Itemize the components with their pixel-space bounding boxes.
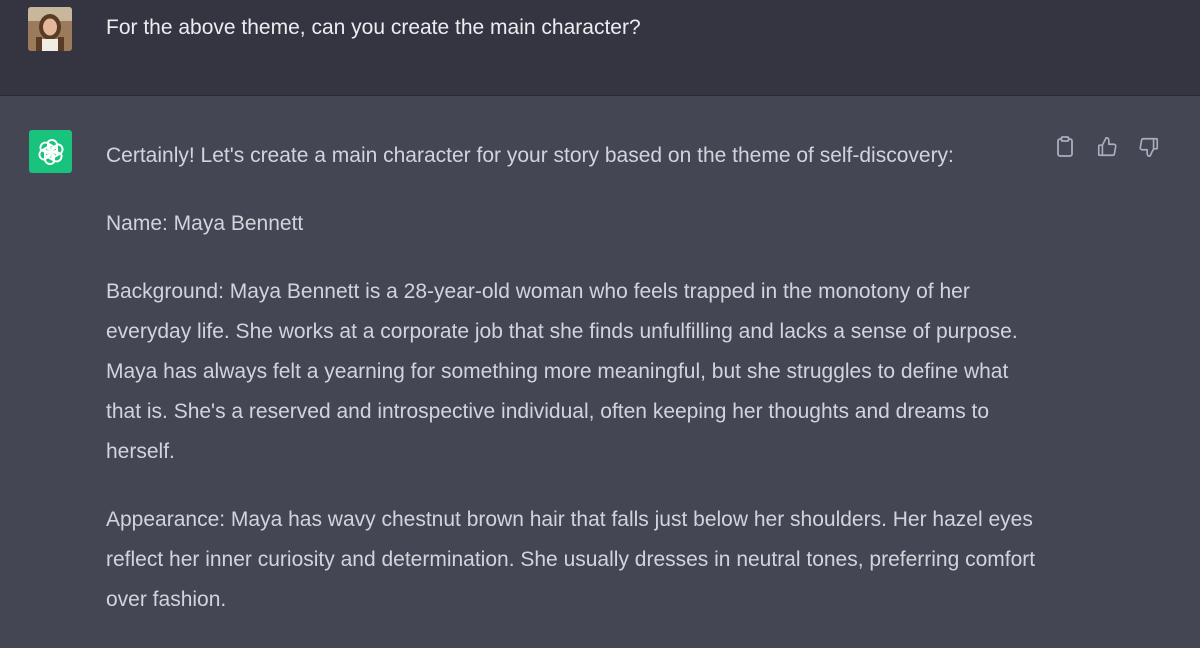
message-paragraph-name: Name: Maya Bennett: [106, 212, 304, 235]
dislike-button[interactable]: [1136, 134, 1162, 160]
assistant-message-row: Certainly! Let's create a main character…: [0, 96, 1200, 617]
message-paragraph-intro: Certainly! Let's create a main character…: [106, 144, 954, 167]
user-message-text: For the above theme, can you create the …: [106, 16, 641, 39]
openai-logo-icon: [37, 138, 64, 165]
user-photo-icon: [28, 7, 72, 51]
assistant-message-text: Certainly! Let's create a main character…: [106, 136, 1046, 648]
clipboard-icon: [1057, 136, 1073, 157]
message-paragraph-background: Background: Maya Bennett is a 28-year-ol…: [106, 280, 1018, 463]
user-avatar: [28, 7, 72, 51]
thumbs-down-icon: [1139, 137, 1159, 157]
assistant-avatar: [29, 130, 72, 173]
copy-button[interactable]: [1052, 134, 1078, 160]
thumbs-up-icon: [1097, 137, 1117, 157]
user-message-row: For the above theme, can you create the …: [0, 0, 1200, 96]
like-button[interactable]: [1094, 134, 1120, 160]
message-actions: [1052, 134, 1162, 160]
message-paragraph-appearance: Appearance: Maya has wavy chestnut brown…: [106, 508, 1036, 611]
